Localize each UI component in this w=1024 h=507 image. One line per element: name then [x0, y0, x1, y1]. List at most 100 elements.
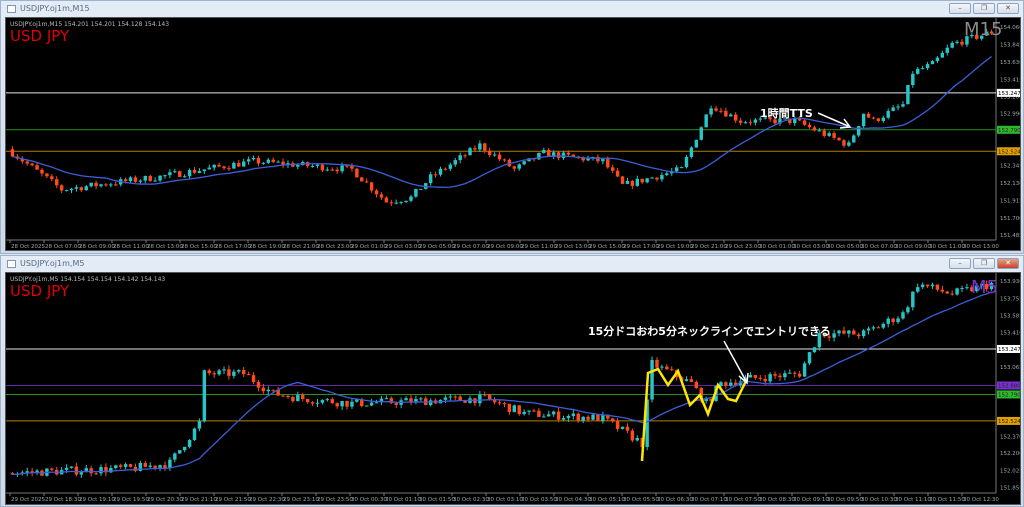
bull-candle — [650, 177, 654, 179]
bear-candle — [866, 113, 871, 118]
bull-candle — [906, 85, 910, 105]
time-tick-label: 28 Oct 21:00 — [283, 244, 319, 250]
bull-candle — [428, 174, 433, 184]
bottom-timeframe-label: M5 — [971, 277, 998, 298]
bull-candle — [419, 398, 423, 400]
bear-candle — [763, 378, 767, 382]
time-tick-label: 30 Oct 07:00 — [861, 244, 897, 250]
bull-candle — [178, 450, 182, 454]
price-level-label: 152.790 — [998, 392, 1020, 398]
bull-candle — [79, 472, 84, 475]
bull-candle — [512, 405, 517, 413]
time-tick-label: 29 Oct 22:30 — [249, 497, 285, 503]
bull-candle — [527, 410, 531, 412]
time-tick-label: 28 Oct 13:00 — [147, 244, 183, 250]
bull-candle — [64, 467, 69, 470]
bear-candle — [822, 130, 826, 136]
bull-candle — [699, 127, 703, 140]
bear-candle — [719, 110, 723, 112]
bear-candle — [502, 403, 507, 405]
bull-candle — [266, 159, 271, 163]
bull-candle — [187, 170, 192, 177]
bull-candle — [394, 202, 398, 204]
bear-candle — [625, 426, 630, 431]
restore-button[interactable]: ❐ — [973, 3, 995, 14]
bear-candle — [345, 401, 349, 407]
bull-candle — [448, 164, 453, 169]
bull-candle — [729, 114, 733, 117]
bull-candle — [217, 370, 221, 375]
bear-candle — [724, 110, 728, 117]
bear-candle — [856, 334, 861, 337]
top-chart-area[interactable]: 154.060153.845153.630153.415153.200152.9… — [5, 17, 1021, 251]
bottom-window-titlebar[interactable]: USDJPY.oj1m,M5 — [1, 256, 1023, 271]
bear-candle — [793, 372, 797, 374]
bottom-chart-area[interactable]: 153.930 153.755 153.585 153.410 153.065 152.3… — [5, 272, 1021, 505]
bull-candle — [212, 164, 216, 168]
bear-candle — [733, 114, 738, 121]
minimize-button[interactable]: – — [949, 3, 971, 14]
time-tick-label: 28 Oct 11:00 — [113, 244, 149, 250]
top-window-titlebar[interactable]: USDJPY.oj1m,M15 — [1, 1, 1023, 16]
time-tick-label: 30 Oct 05:10 — [589, 497, 625, 503]
bull-candle — [950, 42, 954, 48]
price-tick-label: 153.585 — [1000, 313, 1020, 319]
price-level-label: 152.524 — [998, 149, 1020, 155]
bear-candle — [256, 382, 261, 388]
bull-candle — [237, 370, 241, 372]
bull-candle — [547, 414, 551, 417]
moving-average-line — [12, 55, 992, 189]
time-tick-label: 30 Oct 07:50 — [725, 497, 761, 503]
bear-candle — [807, 124, 812, 128]
bull-candle — [168, 172, 172, 176]
bull-candle — [861, 330, 866, 337]
minimize-button[interactable]: – — [949, 258, 971, 269]
bear-candle — [251, 375, 256, 383]
time-tick-label: 29 Oct 13:00 — [555, 244, 591, 250]
bull-candle — [404, 200, 408, 202]
bear-candle — [615, 170, 620, 177]
bull-candle — [325, 399, 330, 401]
bull-candle — [665, 173, 669, 175]
bull-candle — [148, 465, 152, 467]
moving-average-line — [12, 291, 992, 476]
bear-candle — [369, 182, 374, 191]
time-tick-label: 29 Oct 17:00 — [623, 244, 659, 250]
time-tick-label: 29 Oct 19:00 — [657, 244, 693, 250]
bear-candle — [453, 396, 457, 398]
bottom-candlestick-chart: 153.930 153.755 153.585 153.410 153.065 152.3… — [6, 273, 1020, 503]
bull-candle — [448, 396, 453, 398]
bull-candle — [542, 149, 546, 154]
bear-candle — [832, 133, 836, 138]
bear-candle — [758, 377, 763, 379]
bull-candle — [453, 160, 457, 165]
bear-candle — [153, 465, 157, 468]
bull-candle — [158, 465, 162, 468]
time-tick-label: 30 Oct 11:50 — [929, 497, 965, 503]
bear-candle — [261, 387, 266, 392]
bear-candle — [320, 164, 325, 171]
close-button[interactable]: ✕ — [997, 3, 1019, 14]
bull-candle — [340, 165, 344, 172]
bull-candle — [847, 142, 851, 146]
bull-candle — [443, 397, 448, 400]
bull-candle — [625, 180, 630, 184]
bear-candle — [114, 184, 118, 186]
bottom-window-title: USDJPY.oj1m,M5 — [20, 259, 85, 268]
bull-candle — [852, 135, 856, 143]
bottom-symbol-label: USD JPY — [10, 282, 70, 300]
bull-candle — [478, 394, 482, 404]
bear-candle — [876, 327, 881, 329]
bull-candle — [960, 288, 964, 290]
restore-button[interactable]: ❐ — [973, 258, 995, 269]
bear-candle — [512, 166, 517, 169]
bull-candle — [320, 399, 325, 403]
bull-candle — [704, 114, 708, 128]
bull-candle — [153, 180, 157, 182]
bull-candle — [419, 188, 423, 190]
bull-candle — [911, 291, 915, 308]
bull-candle — [783, 373, 787, 378]
top-annotation-arrow — [817, 112, 852, 129]
close-button[interactable]: ✕ — [997, 258, 1019, 269]
bull-candle — [591, 414, 595, 420]
